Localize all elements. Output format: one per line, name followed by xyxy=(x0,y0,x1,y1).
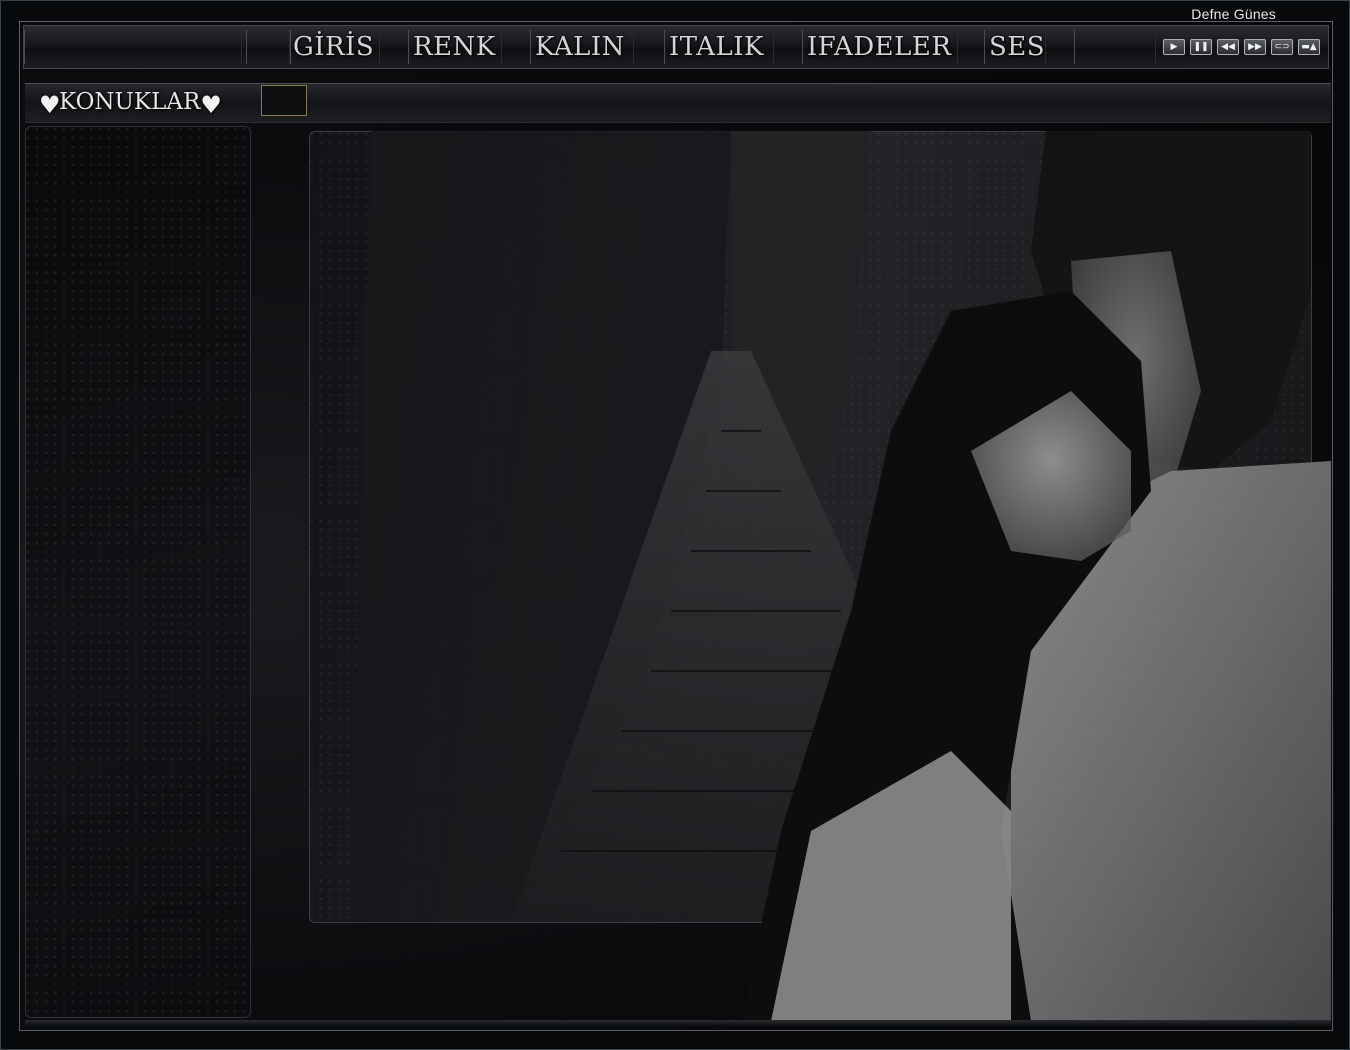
pause-icon: ❚❚ xyxy=(1193,42,1209,52)
play-icon: ▶ xyxy=(1170,42,1178,52)
chat-window: Defne Günes GİRİS RENK KALIN ITALIK IFAD… xyxy=(0,0,1350,1050)
owner-name: Defne Günes xyxy=(1191,6,1276,22)
sub-bar-box[interactable] xyxy=(261,85,307,116)
guest-list[interactable] xyxy=(25,126,251,1018)
menu-spacer-left xyxy=(24,30,242,64)
menu-spacer-right xyxy=(1074,30,1156,64)
heart-icon: ♥ xyxy=(200,91,222,119)
menu-renk-button[interactable]: RENK xyxy=(413,27,496,65)
loop-icon: ⊂⊃ xyxy=(1274,42,1290,52)
eject-button[interactable]: ▬▲ xyxy=(1298,39,1320,55)
bottom-bar xyxy=(25,1020,1331,1026)
loop-button[interactable]: ⊂⊃ xyxy=(1271,39,1293,55)
guests-title: ♥KONUKLAR♥ xyxy=(39,87,222,119)
menu-ses-button[interactable]: SES xyxy=(989,27,1045,65)
pause-button[interactable]: ❚❚ xyxy=(1190,39,1212,55)
rewind-button[interactable]: ◀◀ xyxy=(1217,39,1239,55)
guests-title-label: KONUKLAR xyxy=(59,89,201,115)
menu-kalin-button[interactable]: KALIN xyxy=(535,27,625,65)
heart-icon: ♥ xyxy=(39,91,61,119)
fast-forward-button[interactable]: ▶▶ xyxy=(1244,39,1266,55)
fast-forward-icon: ▶▶ xyxy=(1248,42,1262,52)
menu-giris-button[interactable]: GİRİS xyxy=(293,27,374,65)
chat-area[interactable] xyxy=(309,131,1312,923)
eject-icon: ▬▲ xyxy=(1301,42,1317,52)
menu-italik-button[interactable]: ITALIK xyxy=(669,27,764,65)
play-button[interactable]: ▶ xyxy=(1163,39,1185,55)
menu-ifadeler-button[interactable]: IFADELER xyxy=(807,27,951,65)
rewind-icon: ◀◀ xyxy=(1221,42,1235,52)
menu-spacer xyxy=(246,30,290,64)
